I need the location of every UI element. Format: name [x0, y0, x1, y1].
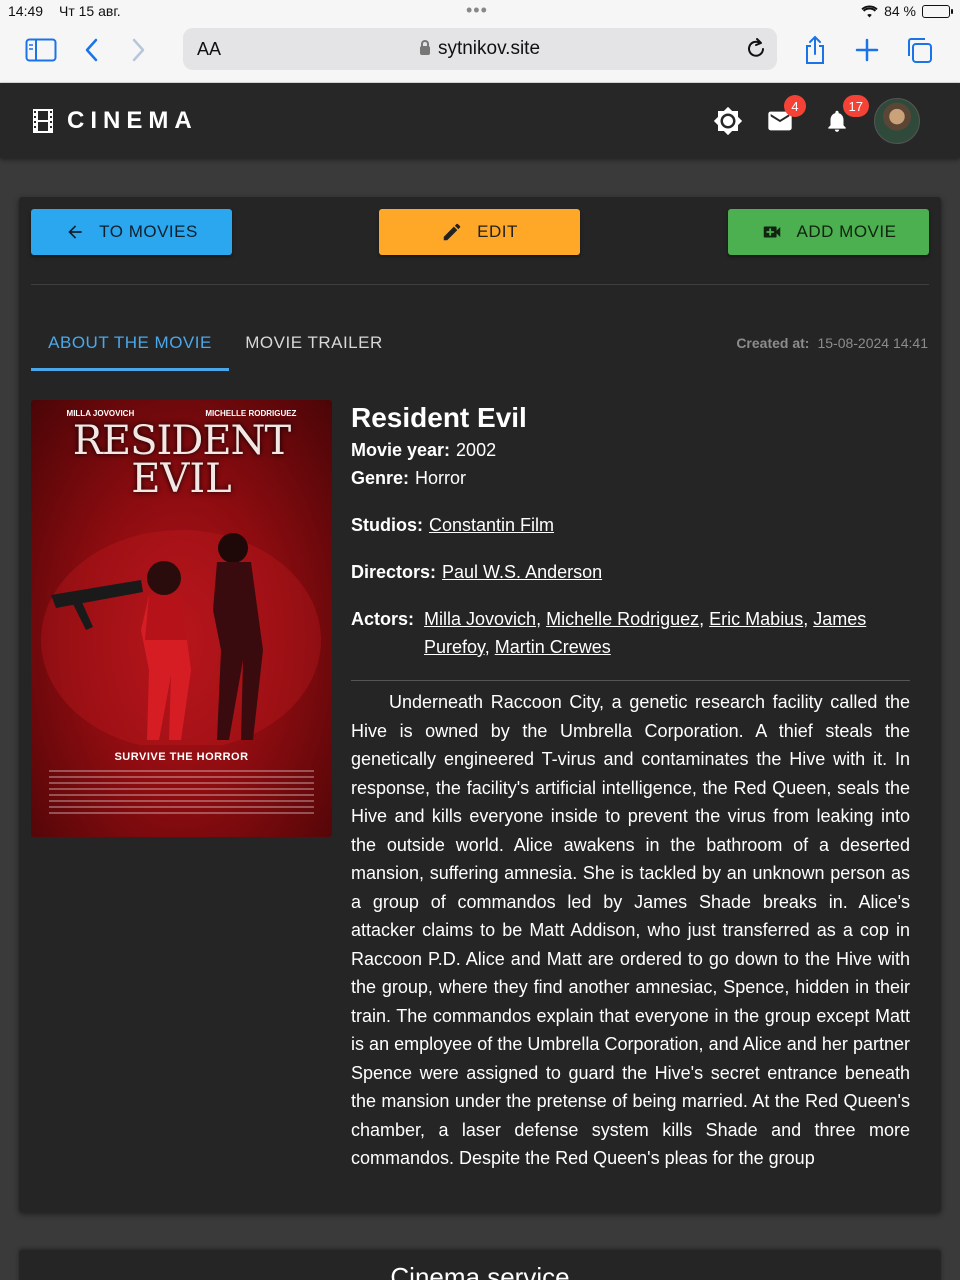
add-movie-button[interactable]: ADD MOVIE — [728, 209, 929, 255]
sidebar-icon[interactable] — [25, 34, 57, 66]
actors-label: Actors: — [351, 609, 415, 629]
lock-icon — [419, 40, 430, 55]
actions-divider — [31, 284, 929, 285]
url-domain: sytnikov.site — [437, 38, 541, 59]
status-bar: 14:49 Чт 15 авг. ••• 84 % — [0, 0, 960, 24]
to-movies-label: TO MOVIES — [99, 222, 198, 241]
status-time: 14:49 — [8, 3, 44, 19]
movie-year-row: Movie year: 2002 — [351, 436, 910, 464]
tab-movie-trailer[interactable]: MOVIE TRAILER — [229, 317, 399, 371]
share-icon[interactable] — [799, 34, 831, 66]
edit-label: EDIT — [477, 222, 518, 241]
created-at-label: Created at: — [736, 335, 810, 351]
wifi-icon — [861, 4, 878, 17]
movie-title: Resident Evil — [351, 402, 527, 433]
genre-row: Genre: Horror — [351, 464, 910, 492]
url-text[interactable]: sytnikov.site — [183, 38, 777, 60]
poster-name: MICHELLE RODRIGUEZ — [205, 409, 297, 418]
poster-cast-names: MILLA JOVOVICH MICHELLE RODRIGUEZ — [31, 409, 332, 418]
poster-figures-illustration — [41, 530, 321, 745]
brand-logo[interactable]: CINEMA — [33, 107, 198, 135]
studios-row: Studios: Constantin Film — [351, 511, 910, 539]
movie-year-label: Movie year: — [351, 440, 451, 460]
poster-title-line2: EVIL — [131, 456, 232, 502]
studio-link[interactable]: Constantin Film — [429, 515, 554, 535]
movie-poster: MILLA JOVOVICH MICHELLE RODRIGUEZ RESIDE… — [31, 400, 332, 837]
footer-title: Cinema service — [390, 1262, 570, 1280]
footer-card: Cinema service — [19, 1250, 941, 1280]
actors-row: Actors: Milla Jovovich, Michelle Rodrigu… — [351, 605, 910, 661]
movie-details: Resident Evil Movie year: 2002 Genre: Horr… — [351, 400, 910, 1173]
poster-credits-block — [49, 770, 314, 818]
battery-percent: 84 % — [884, 3, 916, 19]
brand-name: CINEMA — [67, 107, 198, 134]
brightness-icon — [713, 106, 743, 136]
to-movies-button[interactable]: TO MOVIES — [31, 209, 232, 255]
poster-name: MILLA JOVOVICH — [66, 409, 135, 418]
film-icon — [33, 109, 53, 133]
created-at-value: 15-08-2024 14:41 — [817, 335, 928, 351]
theme-toggle-button[interactable] — [708, 101, 748, 141]
notifications-badge: 17 — [842, 95, 869, 117]
actors-list: Milla Jovovich, Michelle Rodriguez, Eric… — [424, 609, 867, 657]
forward-icon[interactable] — [122, 34, 154, 66]
video-add-icon — [763, 226, 780, 238]
messages-button[interactable]: 4 — [760, 95, 806, 141]
actor-link[interactable]: Michelle Rodriguez — [546, 609, 699, 629]
status-date: Чт 15 авг. — [59, 3, 121, 19]
genre-value: Horror — [415, 468, 467, 488]
created-at: Created at: 15-08-2024 14:41 — [736, 335, 928, 351]
movie-card: TO MOVIES EDIT ADD MOVIE ABOUT THE MOVIE… — [19, 197, 941, 1212]
director-link[interactable]: Paul W.S. Anderson — [442, 562, 602, 582]
arrow-left-icon — [68, 225, 82, 239]
description-divider — [351, 680, 910, 681]
multitasking-dots[interactable]: ••• — [466, 0, 488, 21]
battery-icon — [922, 4, 953, 18]
tab-about-the-movie[interactable]: ABOUT THE MOVIE — [31, 317, 229, 371]
mail-badge: 4 — [784, 95, 806, 117]
address-bar[interactable]: AA sytnikov.site — [183, 28, 777, 70]
pencil-icon — [443, 223, 461, 241]
back-icon[interactable] — [76, 34, 108, 66]
notifications-button[interactable]: 17 — [817, 95, 869, 141]
reload-icon[interactable] — [745, 36, 767, 65]
tabs-overview-icon[interactable] — [903, 34, 935, 66]
site-header: CINEMA 4 17 — [0, 83, 960, 158]
directors-label: Directors: — [351, 562, 437, 582]
browser-toolbar: AA sytnikov.site — [0, 24, 960, 83]
add-movie-label: ADD MOVIE — [796, 222, 897, 241]
movie-year-value: 2002 — [456, 440, 497, 460]
new-tab-icon[interactable] — [851, 34, 883, 66]
genre-label: Genre: — [351, 468, 410, 488]
user-avatar[interactable] — [874, 98, 920, 144]
actor-link[interactable]: Martin Crewes — [495, 637, 611, 657]
actor-link[interactable]: Milla Jovovich — [424, 609, 536, 629]
poster-tagline: SURVIVE THE HORROR — [114, 751, 249, 763]
directors-row: Directors: Paul W.S. Anderson — [351, 558, 910, 586]
edit-button[interactable]: EDIT — [379, 209, 580, 255]
movie-description: Underneath Raccoon City, a genetic resea… — [351, 692, 910, 1168]
actor-link[interactable]: Eric Mabius — [709, 609, 803, 629]
studios-label: Studios: — [351, 515, 423, 535]
status-right: 84 % — [861, 3, 953, 19]
